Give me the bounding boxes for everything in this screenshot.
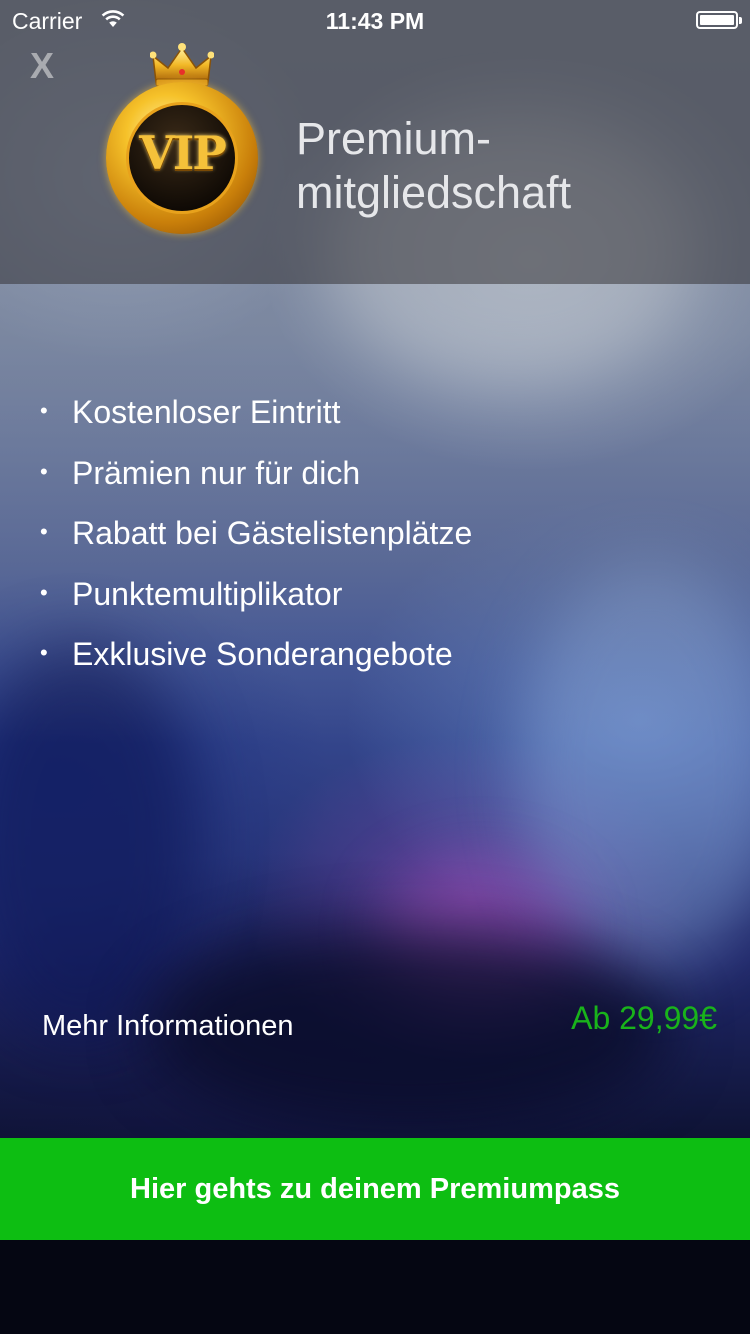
feature-label: Kostenloser Eintritt: [72, 394, 341, 430]
feature-item: • Rabatt bei Gästelistenplätze: [40, 507, 472, 568]
premium-pass-button[interactable]: Hier gehts zu deinem Premiumpass: [0, 1138, 750, 1240]
close-button[interactable]: X: [30, 45, 54, 87]
feature-list: • Kostenloser Eintritt • Prämien nur für d…: [40, 386, 472, 689]
vip-ring: VIP: [106, 82, 258, 234]
feature-label: Rabatt bei Gästelistenplätze: [72, 515, 473, 551]
title-line-1: Premium-: [296, 113, 492, 164]
battery-icon: [696, 11, 742, 29]
feature-item: • Kostenloser Eintritt: [40, 386, 472, 447]
bullet-icon: •: [40, 519, 48, 544]
price-label: Ab 29,99€: [571, 1000, 717, 1036]
status-time: 11:43 PM: [325, 8, 425, 34]
feature-item: • Prämien nur für dich: [40, 447, 472, 508]
more-info-link[interactable]: Mehr Informationen: [42, 1010, 293, 1043]
bullet-icon: •: [40, 579, 48, 605]
feature-item: • Punktemultiplikator: [40, 568, 472, 629]
bullet-icon: •: [40, 640, 48, 665]
vip-badge: VIP: [100, 42, 266, 242]
feature-label: Punktemultiplikator: [72, 575, 343, 612]
feature-item: • Exklusive Sonderangebote: [40, 628, 472, 689]
status-bar: Carrier 11:43 PM: [0, 0, 750, 40]
bullet-icon: •: [40, 458, 48, 484]
bullet-icon: •: [40, 398, 48, 423]
title-line-2: mitgliedschaft: [296, 167, 572, 218]
vip-badge-text: VIP: [139, 126, 227, 180]
page-title: Premium- mitgliedschaft: [296, 112, 571, 220]
premium-pass-button-label: Hier gehts zu deinem Premiumpass: [130, 1172, 620, 1205]
bottom-background: [0, 1240, 750, 1334]
feature-label: Exklusive Sonderangebote: [72, 636, 453, 672]
feature-label: Prämien nur für dich: [72, 454, 361, 491]
